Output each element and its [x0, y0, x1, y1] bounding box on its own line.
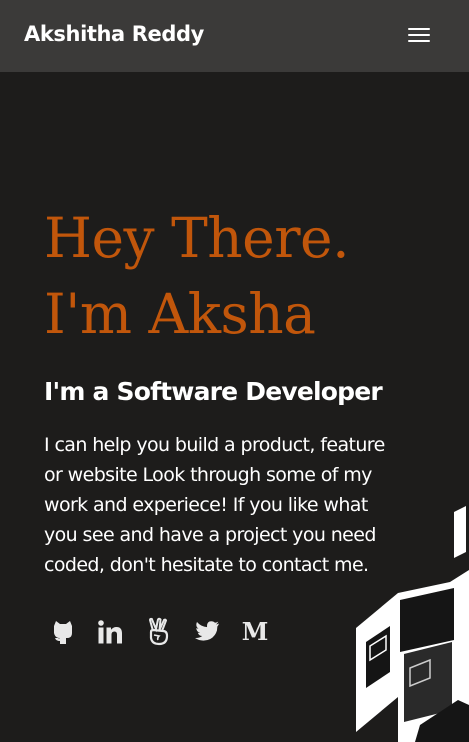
github-icon[interactable]	[48, 617, 78, 647]
hero-title-line-2: I'm Aksha	[44, 282, 316, 346]
hamburger-menu-icon[interactable]	[404, 24, 434, 46]
hero-title: Hey There. I'm Aksha	[44, 200, 350, 352]
twitter-icon[interactable]	[192, 617, 222, 647]
bio-line: or website Look through some of my	[44, 464, 372, 486]
hero-subtitle: I'm a Software Developer	[44, 377, 383, 406]
bio-line: I can help you build a product, feature	[44, 434, 385, 456]
angellist-icon[interactable]	[144, 617, 174, 647]
linkedin-icon[interactable]	[96, 617, 126, 647]
decorative-illustration	[356, 506, 469, 742]
hero-title-line-1: Hey There.	[44, 206, 350, 270]
svg-text:M: M	[242, 617, 269, 646]
medium-icon[interactable]: M	[240, 617, 270, 647]
brand-name[interactable]: Akshitha Reddy	[24, 22, 204, 46]
navbar: Akshitha Reddy	[0, 0, 469, 72]
